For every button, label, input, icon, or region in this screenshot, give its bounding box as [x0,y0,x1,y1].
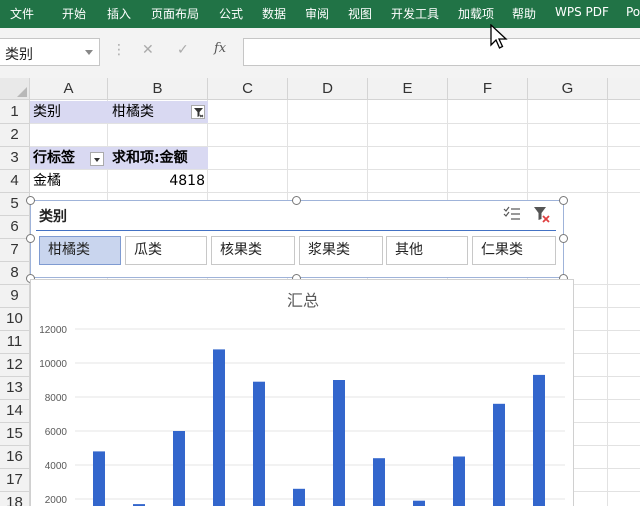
tab-help[interactable]: 帮助 [512,5,536,22]
chart-bar [373,458,385,506]
formula-bar: 类别 ⋮ ✕ ✓ fx [0,28,640,78]
tab-add-ins[interactable]: 加载项 [458,5,494,22]
slicer-item-berry[interactable]: 浆果类 [299,236,383,265]
row-header-13[interactable]: 13 [0,377,30,400]
column-header-f[interactable]: F [448,78,528,100]
y-tick-label: 6000 [45,427,68,438]
tab-data[interactable]: 数据 [262,5,286,22]
mouse-cursor-icon [490,24,508,49]
chart-bar [533,374,545,506]
multi-select-icon[interactable] [503,206,521,226]
resize-handle[interactable] [26,196,35,205]
slicer-item-stone-fruit[interactable]: 核果类 [211,236,295,265]
name-box[interactable]: 类别 [0,38,100,66]
resize-handle[interactable] [559,196,568,205]
tab-insert[interactable]: 插入 [107,5,131,22]
slicer-title: 类别 [39,209,67,225]
column-header-g[interactable]: G [528,78,608,100]
filter-icon[interactable] [191,105,205,119]
more-vertical-icon: ⋮ [112,42,126,58]
chart-bar [493,403,505,506]
enter-check-icon[interactable]: ✓ [177,42,189,58]
column-header-e[interactable]: E [368,78,448,100]
chart-bar [173,431,185,506]
resize-handle[interactable] [26,234,35,243]
row-header-15[interactable]: 15 [0,423,30,446]
tab-page-layout[interactable]: 页面布局 [151,5,199,22]
tab-file[interactable]: 文件 [10,5,34,22]
chart-bar [293,488,305,506]
name-box-value: 类别 [5,47,33,63]
slicer-item-citrus[interactable]: 柑橘类 [39,236,121,265]
column-header-a[interactable]: A [30,78,108,100]
resize-handle[interactable] [292,196,301,205]
chart-canvas: 汇总 12000 10000 8000 6000 4000 2000 [39,291,565,506]
chart-bar [93,451,105,506]
row-header-18[interactable]: 18 [0,492,30,506]
cell-a1[interactable]: 类别 [33,101,61,123]
column-header-b[interactable]: B [108,78,208,100]
gridline [30,123,640,124]
chart-bar [413,500,425,506]
slicer-item-pome-fruit[interactable]: 仁果类 [472,236,556,265]
row-header-2[interactable]: 2 [0,124,30,147]
row-header-8[interactable]: 8 [0,262,30,285]
tab-view[interactable]: 视图 [348,5,372,22]
gridline [30,192,640,193]
cell-b1[interactable]: 柑橘类 [112,101,154,123]
chart-bar [333,380,345,506]
cell-b4[interactable]: 4818 [108,170,205,192]
slicer-category[interactable]: 类别 柑橘类 瓜类 核果类 浆果类 其他 仁果类 [30,200,564,278]
row-header-10[interactable]: 10 [0,308,30,331]
clear-filter-icon[interactable] [533,206,551,228]
chart-bar [213,349,225,506]
row-header-1[interactable]: 1 [0,100,30,124]
column-header-c[interactable]: C [208,78,288,100]
cell-b3[interactable]: 求和项:金额 [112,147,188,169]
y-tick-label: 10000 [39,359,67,370]
chevron-down-icon [94,158,100,162]
tab-wps-pdf[interactable]: WPS PDF [555,5,609,19]
formula-input[interactable] [243,38,640,66]
row-label-dropdown[interactable] [90,152,104,166]
resize-handle[interactable] [559,234,568,243]
y-tick-label: 8000 [45,393,68,404]
tab-formulas[interactable]: 公式 [219,5,243,22]
row-header-14[interactable]: 14 [0,400,30,423]
row-header-16[interactable]: 16 [0,446,30,469]
slicer-divider [36,230,556,231]
row-header-11[interactable]: 11 [0,331,30,354]
cancel-icon[interactable]: ✕ [142,42,154,58]
chart-bar [253,381,265,506]
row-header-5[interactable]: 5 [0,193,30,216]
row-header-17[interactable]: 17 [0,469,30,492]
chevron-down-icon[interactable] [85,50,93,55]
tab-review[interactable]: 审阅 [305,5,329,22]
y-tick-label: 2000 [45,495,68,506]
column-header-h[interactable] [608,78,640,100]
row-header-7[interactable]: 7 [0,239,30,262]
y-tick-label: 4000 [45,461,68,472]
slicer-item-other[interactable]: 其他 [386,236,468,265]
row-header-3[interactable]: 3 [0,147,30,170]
chart-title: 汇总 [287,291,319,310]
row-header-4[interactable]: 4 [0,170,30,193]
pivot-chart[interactable]: 汇总 12000 10000 8000 6000 4000 2000 [30,279,574,506]
y-tick-label: 12000 [39,325,67,336]
select-all-corner[interactable] [0,78,30,100]
excel-window: { "ribbon": { "tabs": ["文件", "开始", "插入",… [0,0,640,506]
tab-power-pivot[interactable]: Po [626,5,640,19]
chart-bar [453,456,465,506]
row-header-12[interactable]: 12 [0,354,30,377]
cell-a3[interactable]: 行标签 [33,147,75,169]
column-header-d[interactable]: D [288,78,368,100]
insert-function-icon[interactable]: fx [214,41,226,56]
ribbon-tab-bar: 文件 开始 插入 页面布局 公式 数据 审阅 视图 开发工具 加载项 帮助 WP… [0,0,640,28]
row-header-9[interactable]: 9 [0,285,30,308]
slicer-item-melon[interactable]: 瓜类 [125,236,207,265]
tab-developer[interactable]: 开发工具 [391,5,439,22]
tab-home[interactable]: 开始 [62,5,86,22]
cell-a4[interactable]: 金橘 [33,170,61,192]
